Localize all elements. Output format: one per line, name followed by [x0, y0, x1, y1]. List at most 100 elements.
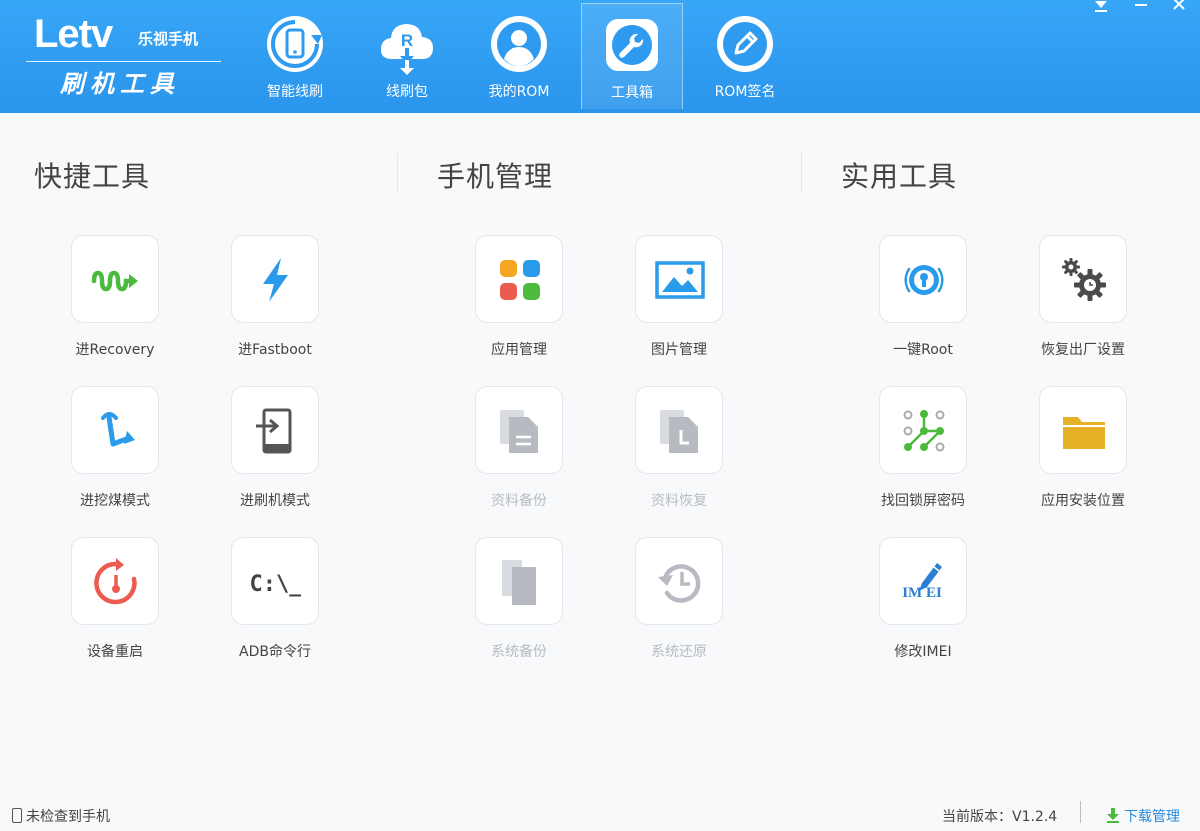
tool-label: 修改IMEI: [894, 644, 952, 660]
tool-tile[interactable]: [71, 235, 159, 323]
wrench-icon: [606, 19, 658, 71]
phone-refresh-icon: [267, 16, 323, 72]
tool-tile[interactable]: C:\_: [231, 537, 319, 625]
folder-icon: [1063, 417, 1105, 449]
tool-tile[interactable]: [475, 235, 563, 323]
pickaxe-icon: [101, 412, 135, 447]
minimize-icon[interactable]: [1130, 0, 1152, 16]
tool-modify-imei[interactable]: IM EI 修改IMEI: [853, 537, 993, 667]
nav-label: ROM签名: [714, 84, 776, 100]
tool-label: 系统备份: [491, 644, 547, 660]
nav-rom-sign[interactable]: ROM签名: [694, 3, 796, 109]
tool-enter-recovery[interactable]: 进Recovery: [45, 235, 185, 365]
tool-label: 找回锁屏密码: [881, 493, 965, 509]
tool-tile: [635, 386, 723, 474]
nav-smart-flash[interactable]: 智能线刷: [244, 3, 346, 109]
tool-tile[interactable]: [231, 386, 319, 474]
tool-app-install-location[interactable]: 应用安装位置: [1013, 386, 1153, 516]
svg-text:R: R: [401, 31, 413, 50]
tool-tile[interactable]: [635, 235, 723, 323]
tool-label: 资料恢复: [651, 493, 707, 509]
tool-adb-terminal[interactable]: C:\_ ADB命令行: [205, 537, 345, 667]
tool-label: 进挖煤模式: [80, 493, 150, 509]
tool-system-restore: 系统还原: [609, 537, 749, 667]
logo-subtitle: 乐视手机: [138, 30, 199, 48]
document-icon: [500, 410, 538, 453]
version-text: 当前版本：V1.2.4: [942, 809, 1058, 825]
status-bar: 未检查到手机 当前版本：V1.2.4 下载管理: [0, 797, 1200, 831]
tool-system-backup: 系统备份: [449, 537, 589, 667]
tool-tile[interactable]: [879, 235, 967, 323]
nav-label: 线刷包: [386, 84, 428, 100]
tool-tile[interactable]: [1039, 235, 1127, 323]
tool-label: 系统还原: [651, 644, 707, 660]
tool-enter-flash-mode[interactable]: 进刷机模式: [205, 386, 345, 516]
restart-icon: [94, 558, 137, 605]
download-icon: [1107, 808, 1119, 823]
lightning-icon: [263, 258, 288, 302]
tool-label: 进Fastboot: [238, 342, 312, 358]
close-icon[interactable]: [1168, 0, 1190, 16]
tool-enter-mining-mode[interactable]: 进挖煤模式: [45, 386, 185, 516]
terminal-icon: C:\_: [251, 572, 301, 597]
nav-flash-package[interactable]: R 线刷包: [356, 3, 458, 109]
download-manager-link[interactable]: 下载管理: [1106, 806, 1180, 826]
cloud-download-icon: R: [380, 24, 433, 75]
enter-phone-icon: [256, 408, 292, 454]
tool-label: 资料备份: [491, 493, 547, 509]
tool-data-restore: 资料恢复: [609, 386, 749, 516]
tool-data-backup: 资料备份: [449, 386, 589, 516]
copy-icon: [502, 560, 536, 605]
nav-label: 工具箱: [611, 85, 653, 101]
download-manager-label: 下载管理: [1124, 809, 1180, 825]
tool-label: 进Recovery: [75, 342, 155, 358]
pen-icon: [717, 16, 773, 72]
imei-pen-icon: IM EI: [902, 563, 942, 601]
phone-icon: [12, 808, 22, 823]
tool-label: 进刷机模式: [240, 493, 310, 509]
tool-image-manager[interactable]: 图片管理: [609, 235, 749, 365]
pattern-lock-icon: [903, 410, 945, 452]
tool-enter-fastboot[interactable]: 进Fastboot: [205, 235, 345, 365]
history-icon: [658, 564, 701, 603]
nav-my-rom[interactable]: 我的ROM: [468, 3, 570, 109]
logo-brand: Letv: [34, 12, 113, 56]
tool-recover-lock-password[interactable]: 找回锁屏密码: [853, 386, 993, 516]
tool-device-restart[interactable]: 设备重启: [45, 537, 185, 667]
terminal-glyph: C:\_: [251, 572, 301, 597]
tool-label: 应用安装位置: [1041, 493, 1125, 509]
tool-tile[interactable]: [879, 386, 967, 474]
tool-tile[interactable]: [71, 537, 159, 625]
tool-tile[interactable]: [231, 235, 319, 323]
section-title-utility: 实用工具: [841, 160, 958, 193]
nav-toolbox[interactable]: 工具箱: [581, 3, 683, 109]
tool-one-click-root[interactable]: 一键Root: [853, 235, 993, 365]
section-title-quick: 快捷工具: [34, 160, 151, 193]
status-separator: [1080, 801, 1081, 823]
tool-label: ADB命令行: [239, 644, 311, 660]
tool-factory-reset[interactable]: 恢复出厂设置: [1013, 235, 1153, 365]
section-title-phone: 手机管理: [437, 160, 554, 193]
tool-app-manager[interactable]: 应用管理: [449, 235, 589, 365]
app-logo: Letv 乐视手机 刷机工具: [26, 12, 221, 98]
user-icon: [491, 16, 547, 72]
nav-label: 智能线刷: [267, 84, 323, 100]
section-divider: [801, 153, 802, 193]
section-divider: [397, 153, 398, 193]
menu-dropdown-icon[interactable]: [1090, 0, 1112, 16]
logo-divider: [26, 61, 221, 62]
nav-label: 我的ROM: [488, 84, 550, 100]
tool-tile[interactable]: [1039, 386, 1127, 474]
tool-label: 一键Root: [893, 342, 953, 358]
tool-label: 设备重启: [87, 644, 143, 660]
keyhole-icon: [904, 265, 944, 295]
tool-tile: [475, 537, 563, 625]
document-clock-icon: [660, 410, 698, 453]
app-header: Letv 乐视手机 刷机工具 智能线刷 R 线刷包 我的ROM 工具箱 ROM签…: [0, 0, 1200, 113]
tool-tile[interactable]: [71, 386, 159, 474]
image-icon: [655, 261, 705, 299]
tool-tile: [475, 386, 563, 474]
gears-icon: [1062, 258, 1106, 301]
logo-title: 刷机工具: [60, 70, 180, 98]
tool-tile[interactable]: IM EI: [879, 537, 967, 625]
